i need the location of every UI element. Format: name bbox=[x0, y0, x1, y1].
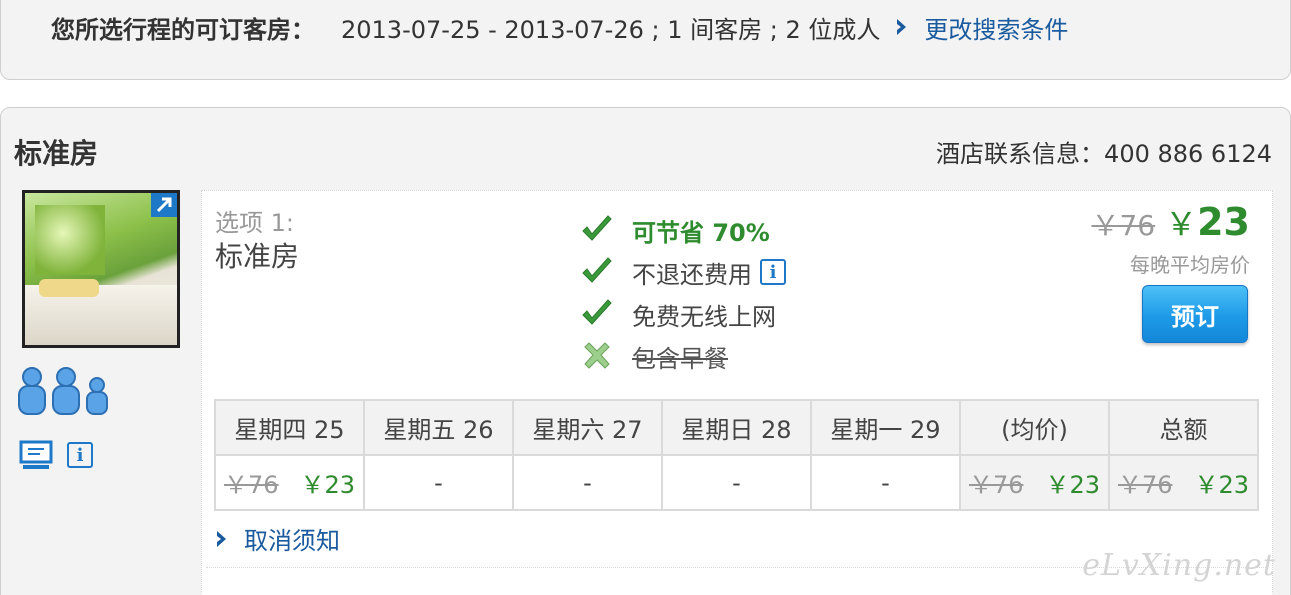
benefit-non-refundable: 不退还费用 i bbox=[580, 251, 786, 293]
rate-cell: - bbox=[512, 454, 663, 511]
book-button[interactable]: 预订 bbox=[1142, 285, 1248, 343]
discounted-price: 23 bbox=[1197, 200, 1250, 244]
price-note: 每晚平均房价 bbox=[1130, 253, 1250, 277]
benefit-savings: 可节省 70% bbox=[580, 209, 786, 251]
option-room-name: 标准房 bbox=[215, 240, 300, 273]
photo-wall-art bbox=[35, 205, 105, 275]
rate-header-cell: 星期六 27 bbox=[512, 399, 663, 456]
rate-table-row: ￥76 ￥23 - - - - ￥76 ￥23 ￥76 ￥23 bbox=[214, 454, 1259, 511]
cancellation-policy-label: 取消须知 bbox=[244, 527, 340, 555]
check-icon bbox=[582, 257, 612, 283]
rate-header-cell: (均价) bbox=[959, 399, 1110, 456]
room-panel: 标准房 酒店联系信息：400 886 6124 i 选项 1: 标准房 可节省 … bbox=[0, 107, 1291, 595]
rate-table-header: 星期四 25 星期五 26 星期六 27 星期日 28 星期一 29 (均价) … bbox=[214, 399, 1259, 456]
hotel-contact-info: 酒店联系信息：400 886 6124 bbox=[936, 140, 1272, 168]
summary-dates-guests: 2013-07-25 - 2013-07-26 ; 1 间客房 ; 2 位成人 bbox=[341, 15, 881, 44]
rate-cell: - bbox=[661, 454, 812, 511]
benefit-breakfast: 包含早餐 bbox=[580, 335, 786, 377]
computer-icon[interactable] bbox=[19, 440, 53, 470]
adult-icon bbox=[52, 367, 80, 415]
check-icon bbox=[582, 299, 612, 325]
rate-cell: - bbox=[363, 454, 514, 511]
rate-option-card: 选项 1: 标准房 可节省 70% 不退还费用 i 免费无线上网 包含早餐 ￥7… bbox=[201, 190, 1273, 595]
search-summary: 您所选行程的可订客房： 2013-07-25 - 2013-07-26 ; 1 … bbox=[51, 9, 1068, 45]
max-occupancy bbox=[16, 366, 110, 416]
check-icon bbox=[582, 215, 612, 241]
benefit-free-wifi: 免费无线上网 bbox=[580, 293, 786, 335]
price-currency: ￥ bbox=[1165, 205, 1198, 243]
rate-header-cell: 星期一 29 bbox=[810, 399, 961, 456]
rate-header-cell: 总额 bbox=[1108, 399, 1259, 456]
room-info-icon[interactable]: i bbox=[67, 442, 93, 468]
chevron-right-icon bbox=[217, 530, 226, 547]
rate-header-cell: 星期五 26 bbox=[363, 399, 514, 456]
rate-header-cell: 星期日 28 bbox=[661, 399, 812, 456]
benefits-list: 可节省 70% 不退还费用 i 免费无线上网 包含早餐 bbox=[580, 209, 786, 377]
price-box: ￥76 ￥ 23 每晚平均房价 bbox=[1091, 199, 1250, 278]
cancellation-policy-link[interactable]: 取消须知 bbox=[214, 521, 340, 556]
rate-cell-average: ￥76 ￥23 bbox=[959, 454, 1110, 511]
rate-header-cell: 星期四 25 bbox=[214, 399, 365, 456]
chevron-right-icon bbox=[897, 19, 907, 35]
photo-pillow bbox=[39, 279, 99, 297]
original-price: ￥76 bbox=[1091, 209, 1156, 242]
rate-cell: ￥76 ￥23 bbox=[214, 454, 365, 511]
room-title: 标准房 bbox=[14, 137, 99, 170]
room-photo[interactable] bbox=[22, 190, 180, 348]
room-utility-icons: i bbox=[19, 440, 93, 470]
nightly-rate-table: 星期四 25 星期五 26 星期六 27 星期日 28 星期一 29 (均价) … bbox=[214, 399, 1259, 511]
expand-icon[interactable] bbox=[151, 193, 177, 217]
change-search-label: 更改搜索条件 bbox=[924, 15, 1069, 44]
rate-cell-total: ￥76 ￥23 bbox=[1108, 454, 1259, 511]
site-watermark: eLvXing.net bbox=[1082, 548, 1276, 583]
cross-icon bbox=[584, 342, 610, 369]
summary-label: 您所选行程的可订客房： bbox=[51, 15, 315, 44]
search-summary-panel: 您所选行程的可订客房： 2013-07-25 - 2013-07-26 ; 1 … bbox=[0, 0, 1291, 80]
price-line: ￥76 ￥ 23 bbox=[1091, 199, 1250, 245]
child-icon bbox=[86, 377, 108, 415]
non-refundable-info-icon[interactable]: i bbox=[760, 259, 786, 285]
rate-cell: - bbox=[810, 454, 961, 511]
adult-icon bbox=[18, 367, 46, 415]
change-search-link[interactable]: 更改搜索条件 bbox=[894, 10, 1068, 45]
option-number: 选项 1: bbox=[215, 209, 294, 237]
